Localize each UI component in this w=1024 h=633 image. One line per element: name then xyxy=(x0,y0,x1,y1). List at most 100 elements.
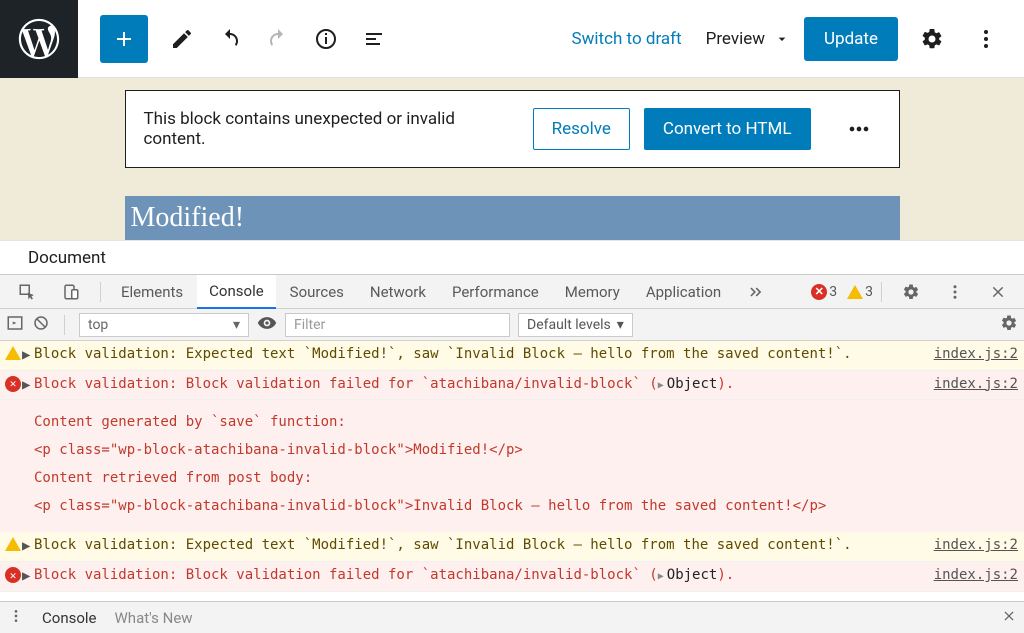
tab-sources[interactable]: Sources xyxy=(278,275,356,309)
expand-caret[interactable]: ▶ xyxy=(22,565,34,588)
list-view-button[interactable] xyxy=(350,15,398,63)
filter-input[interactable]: Filter xyxy=(285,313,510,337)
chevron-down-icon: ▾ xyxy=(233,317,240,333)
clear-console-button[interactable] xyxy=(32,314,50,336)
log-source-link[interactable]: index.js:2 xyxy=(916,565,1018,587)
console-sidebar-toggle[interactable] xyxy=(6,314,24,336)
outline-icon xyxy=(362,27,386,51)
error-icon: ✕ xyxy=(5,567,21,583)
resolve-button[interactable]: Resolve xyxy=(533,108,630,150)
device-icon xyxy=(62,283,80,301)
preview-button[interactable]: Preview xyxy=(706,29,790,49)
ellipsis-icon xyxy=(845,115,873,143)
double-chevron-icon xyxy=(747,283,765,301)
log-message: Block validation: Expected text `Modifie… xyxy=(34,535,916,557)
tab-memory[interactable]: Memory xyxy=(553,275,632,309)
drawer-tab-whatsnew[interactable]: What's New xyxy=(115,609,193,627)
log-source-link[interactable]: index.js:2 xyxy=(916,374,1018,396)
drawer-more[interactable] xyxy=(8,608,24,628)
more-button[interactable] xyxy=(966,19,1006,59)
tab-performance[interactable]: Performance xyxy=(440,275,551,309)
console-toolbar: top ▾ Filter Default levels ▾ xyxy=(0,309,1024,341)
console-settings[interactable] xyxy=(1000,314,1018,336)
log-message: Block validation: Expected text `Modifie… xyxy=(34,344,916,366)
close-icon xyxy=(990,284,1006,300)
undo-button[interactable] xyxy=(206,15,254,63)
editor-canvas: This block contains unexpected or invali… xyxy=(0,78,1024,240)
drawer-close[interactable] xyxy=(1002,609,1016,627)
switch-to-draft[interactable]: Switch to draft xyxy=(562,23,692,55)
warning-icon xyxy=(847,285,863,299)
inspect-icon xyxy=(18,283,36,301)
kebab-icon xyxy=(946,283,964,301)
warning-icon xyxy=(5,537,21,551)
wp-toolbar: Switch to draft Preview Update xyxy=(0,0,1024,78)
expand-caret[interactable]: ▶ xyxy=(22,374,34,397)
log-row-warn[interactable]: ▶ Block validation: Expected text `Modif… xyxy=(0,532,1024,562)
gear-icon xyxy=(920,27,944,51)
device-toggle[interactable] xyxy=(50,275,92,309)
log-source-link[interactable]: index.js:2 xyxy=(916,344,1018,366)
kebab-icon xyxy=(974,27,998,51)
wp-toolbar-right: Switch to draft Preview Update xyxy=(562,17,1024,61)
warning-icon xyxy=(5,346,21,360)
settings-button[interactable] xyxy=(912,19,952,59)
error-count[interactable]: 3 xyxy=(829,284,837,300)
info-button[interactable] xyxy=(302,15,350,63)
redo-button[interactable] xyxy=(254,15,302,63)
log-message: Block validation: Block validation faile… xyxy=(34,565,916,587)
context-select[interactable]: top ▾ xyxy=(79,313,249,337)
log-row-error[interactable]: ✕ ▶ Block validation: Block validation f… xyxy=(0,371,1024,401)
expand-caret[interactable]: ▶ xyxy=(22,344,34,367)
tab-application[interactable]: Application xyxy=(634,275,733,309)
block-warning-text: This block contains unexpected or invali… xyxy=(144,109,519,149)
log-row-warn[interactable]: ▶ Block validation: Expected text `Modif… xyxy=(0,341,1024,371)
block-more-button[interactable] xyxy=(835,105,883,153)
error-icon: ✕ xyxy=(5,376,21,392)
devtools-drawer: Console What's New xyxy=(0,601,1024,633)
devtools-settings[interactable] xyxy=(890,275,932,309)
gear-icon xyxy=(1000,314,1018,332)
warn-count[interactable]: 3 xyxy=(865,284,873,300)
kebab-icon xyxy=(8,608,24,624)
error-line: <p class="wp-block-atachibana-invalid-bl… xyxy=(34,442,1018,458)
undo-icon xyxy=(218,27,242,51)
eye-icon xyxy=(257,313,277,333)
error-line: Content retrieved from post body: xyxy=(34,470,1018,486)
info-icon xyxy=(314,27,338,51)
chevron-down-icon xyxy=(774,31,790,47)
expand-caret[interactable]: ▶ xyxy=(22,535,34,558)
tab-network[interactable]: Network xyxy=(358,275,438,309)
inspect-button[interactable] xyxy=(6,275,48,309)
tab-console[interactable]: Console xyxy=(197,275,276,309)
convert-html-button[interactable]: Convert to HTML xyxy=(644,108,811,150)
plus-icon xyxy=(112,27,136,51)
tab-elements[interactable]: Elements xyxy=(109,275,195,309)
gear-icon xyxy=(902,283,920,301)
levels-label: Default levels xyxy=(527,317,611,333)
drawer-tab-console[interactable]: Console xyxy=(42,609,97,627)
update-button[interactable]: Update xyxy=(804,17,898,61)
live-expression-button[interactable] xyxy=(257,313,277,337)
tab-more[interactable] xyxy=(735,275,777,309)
devtools-more[interactable] xyxy=(934,275,976,309)
devtools-close[interactable] xyxy=(978,275,1018,309)
context-value: top xyxy=(88,317,108,333)
edit-button[interactable] xyxy=(158,15,206,63)
error-icon: ✕ xyxy=(811,284,827,300)
devtools-tabs: Elements Console Sources Network Perform… xyxy=(0,275,1024,309)
clear-icon xyxy=(32,314,50,332)
wp-toolbar-left xyxy=(78,15,398,63)
preview-label: Preview xyxy=(706,29,765,49)
levels-select[interactable]: Default levels ▾ xyxy=(518,313,633,337)
add-block-button[interactable] xyxy=(100,15,148,63)
sidebar-icon xyxy=(6,314,24,332)
wp-logo[interactable] xyxy=(0,0,78,78)
error-line: <p class="wp-block-atachibana-invalid-bl… xyxy=(34,498,1018,514)
log-row-error[interactable]: ✕ ▶ Block validation: Block validation f… xyxy=(0,562,1024,592)
chevron-down-icon: ▾ xyxy=(617,317,624,333)
log-source-link[interactable]: index.js:2 xyxy=(916,535,1018,557)
modified-block[interactable]: Modified! xyxy=(125,196,900,240)
breadcrumb[interactable]: Document xyxy=(0,240,1024,274)
error-detail: Content generated by `save` function: <p… xyxy=(0,400,1024,532)
